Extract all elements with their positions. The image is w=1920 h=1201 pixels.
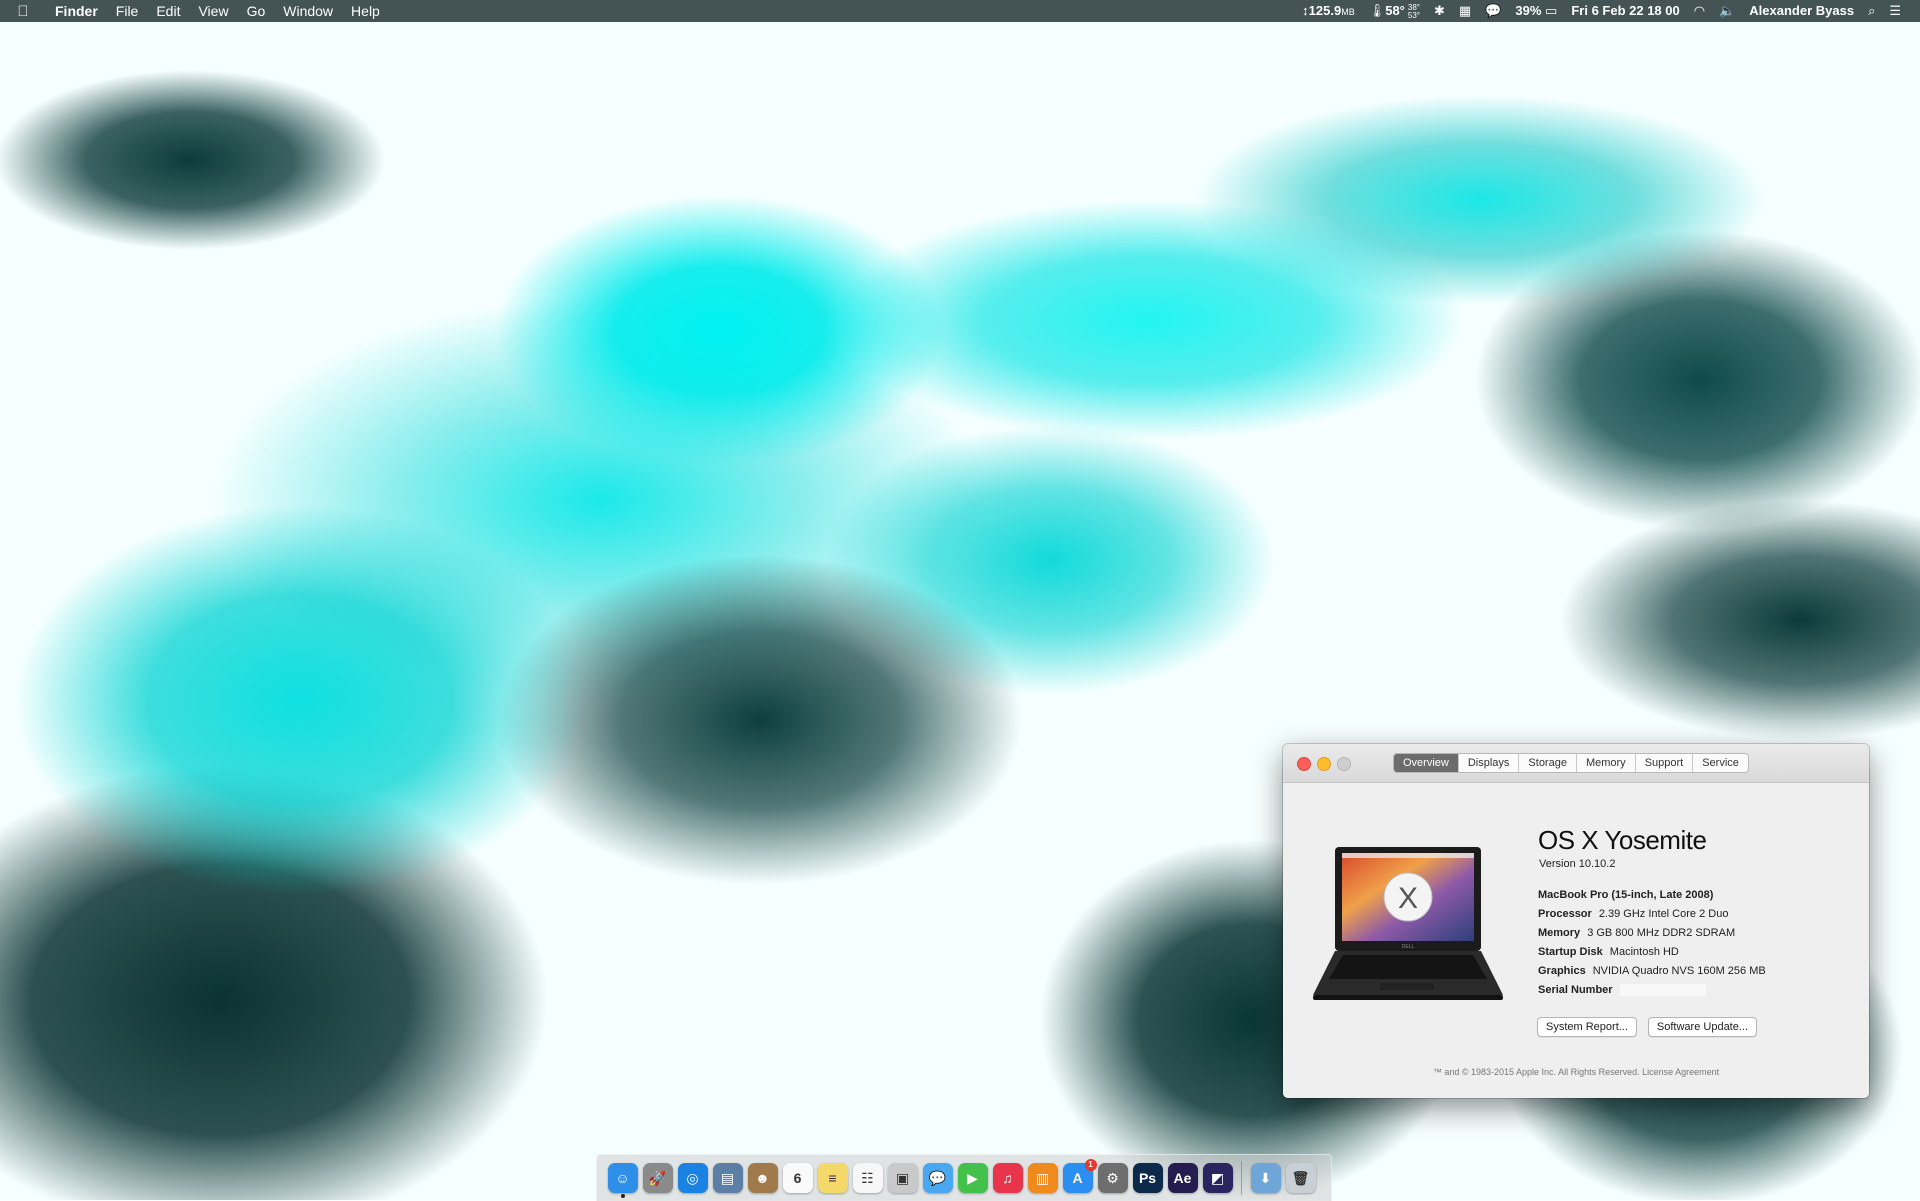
notification-bubble-icon[interactable]: 💬: [1485, 0, 1501, 22]
window-titlebar[interactable]: Overview Displays Storage Memory Support…: [1283, 744, 1869, 783]
spec-serial-number: Serial Number: [1538, 981, 1766, 1000]
menu-file[interactable]: File: [107, 0, 148, 22]
dock-safari-icon[interactable]: ◎: [677, 1163, 708, 1193]
dock-messages-icon[interactable]: 💬: [922, 1163, 953, 1193]
tab-overview[interactable]: Overview: [1394, 754, 1459, 772]
clock[interactable]: Fri 6 Feb 22 18 00: [1571, 0, 1679, 22]
menu-app-name[interactable]: Finder: [46, 0, 107, 22]
tab-memory[interactable]: Memory: [1577, 754, 1636, 772]
dock-ibooks-icon[interactable]: ▥: [1027, 1163, 1058, 1193]
action-buttons: System Report... Software Update...: [1537, 1017, 1768, 1037]
weather-status[interactable]: 🌡58° 38° 53°: [1369, 0, 1420, 22]
spec-processor: Processor 2.39 GHz Intel Core 2 Duo: [1538, 908, 1729, 920]
dock-itunes-icon[interactable]: ♫: [992, 1163, 1023, 1193]
running-indicator: [620, 1194, 625, 1198]
tab-storage[interactable]: Storage: [1519, 754, 1577, 772]
dock-stacks: ⬇ 🗑: [1248, 1163, 1318, 1193]
software-update-button[interactable]: Software Update...: [1647, 1017, 1758, 1037]
dock-app-store-icon[interactable]: A1: [1062, 1159, 1097, 1193]
bluetooth-icon[interactable]: ✱: [1434, 0, 1445, 22]
about-this-mac-window: Overview Displays Storage Memory Support…: [1283, 744, 1869, 1098]
dock-preview-icon[interactable]: ▤: [712, 1163, 743, 1193]
user-name[interactable]: Alexander Byass: [1749, 0, 1854, 22]
dock-badge: 1: [1084, 1159, 1097, 1171]
menu-window[interactable]: Window: [274, 0, 342, 22]
os-x-logo: X: [1398, 882, 1418, 915]
volume-icon[interactable]: 🔈: [1719, 0, 1735, 22]
dock-launchpad-icon[interactable]: 🚀: [642, 1163, 673, 1193]
laptop-brand-logo: DELL: [1402, 944, 1415, 950]
dock-apps: ☺ 🚀 ◎ ▤ ☻ 6 ≡ ☷ ▣ 💬 ▶ ♫ ▥ A 1 ⚙ Ps Ae ◩: [605, 1159, 1235, 1198]
spec-graphics: Graphics NVIDIA Quadro NVS 160M 256 MB: [1538, 965, 1766, 977]
notification-center-icon[interactable]: ☰: [1889, 0, 1901, 22]
menu-help[interactable]: Help: [342, 0, 389, 22]
model-name: MacBook Pro (15-inch, Late 2008): [1538, 889, 1714, 901]
system-report-button[interactable]: System Report...: [1537, 1017, 1637, 1037]
battery-status[interactable]: 39% ▭: [1515, 0, 1557, 22]
spotlight-search-icon[interactable]: ⌕: [1868, 0, 1875, 22]
dock: ☺ 🚀 ◎ ▤ ☻ 6 ≡ ☷ ▣ 💬 ▶ ♫ ▥ A 1 ⚙ Ps Ae ◩ ⬇ 🗑: [596, 1154, 1332, 1201]
wifi-icon[interactable]: ◠: [1694, 0, 1705, 22]
minimize-button[interactable]: [1317, 757, 1331, 771]
dock-trash-icon[interactable]: 🗑: [1285, 1163, 1316, 1193]
battery-charging-icon: ▭: [1545, 3, 1558, 18]
zoom-button[interactable]: [1337, 757, 1351, 771]
menu-go[interactable]: Go: [238, 0, 275, 22]
spec-list: MacBook Pro (15-inch, Late 2008) Process…: [1538, 886, 1766, 1000]
menu-bar:  Finder File Edit View Go Window Help ↕…: [0, 0, 1920, 22]
dock-calendar-icon[interactable]: 6: [782, 1163, 813, 1193]
os-title: OS X Yosemite: [1538, 825, 1707, 855]
apple-logo-icon[interactable]: : [0, 3, 46, 20]
keyboard-icon[interactable]: ▦: [1459, 0, 1471, 22]
tab-service[interactable]: Service: [1693, 754, 1748, 772]
dock-facetime-icon[interactable]: ▶: [957, 1163, 988, 1193]
dock-after-effects-icon[interactable]: Ae: [1167, 1163, 1198, 1193]
overview-content: X DELL OS X Yosemite Version 10.10.2 Mac…: [1283, 783, 1869, 1098]
thermometer-icon: 🌡: [1368, 3, 1386, 18]
os-version: Version 10.10.2: [1539, 858, 1616, 870]
copyright-footer: ™ and © 1983-2015 Apple Inc. All Rights …: [1432, 1067, 1720, 1077]
dock-contacts-icon[interactable]: ☻: [747, 1163, 778, 1193]
menu-view[interactable]: View: [189, 0, 237, 22]
serial-number-value: [1619, 984, 1706, 997]
dock-downloads-folder-icon[interactable]: ⬇: [1250, 1163, 1281, 1193]
menu-edit[interactable]: Edit: [147, 0, 189, 22]
memory-status[interactable]: ↕125.9MB: [1302, 0, 1355, 23]
tab-support[interactable]: Support: [1636, 754, 1694, 772]
spec-startup-disk: Startup Disk Macintosh HD: [1538, 946, 1679, 958]
dock-notes-icon[interactable]: ≡: [817, 1163, 848, 1193]
laptop-image: X DELL: [1313, 847, 1503, 1000]
dock-finder-icon[interactable]: ☺: [607, 1163, 638, 1198]
dock-separator: [1241, 1161, 1242, 1195]
dock-photo-booth-icon[interactable]: ▣: [887, 1163, 918, 1193]
dock-media-encoder-icon[interactable]: ◩: [1202, 1163, 1233, 1193]
dock-system-preferences-icon[interactable]: ⚙: [1097, 1163, 1128, 1193]
tab-bar: Overview Displays Storage Memory Support…: [1393, 753, 1749, 773]
dock-reminders-icon[interactable]: ☷: [852, 1163, 883, 1193]
tab-displays[interactable]: Displays: [1459, 754, 1520, 772]
close-button[interactable]: [1297, 757, 1311, 771]
spec-memory: Memory 3 GB 800 MHz DDR2 SDRAM: [1538, 927, 1736, 939]
dock-photoshop-icon[interactable]: Ps: [1132, 1163, 1163, 1193]
